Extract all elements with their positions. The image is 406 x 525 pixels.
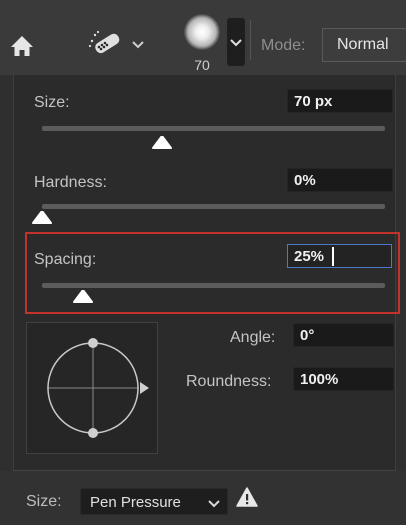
hardness-label: Hardness:	[34, 174, 107, 191]
tool-chevron-down-icon[interactable]	[131, 40, 145, 50]
size-control-select[interactable]: Pen Pressure	[80, 488, 228, 515]
roundness-handle-top[interactable]	[88, 338, 98, 348]
brush-preview-icon[interactable]	[184, 14, 220, 50]
roundness-field[interactable]: 100%	[293, 367, 394, 391]
angle-field[interactable]: 0°	[293, 323, 394, 347]
toolbar-separator	[250, 20, 251, 60]
angle-label: Angle:	[230, 329, 276, 346]
angle-roundness-preview[interactable]	[26, 322, 158, 454]
size-control-chevron-down-icon	[208, 499, 222, 509]
spacing-field[interactable]: 25%	[287, 244, 392, 268]
brush-tool-icon[interactable]	[86, 28, 126, 60]
size-control-value: Pen Pressure	[90, 494, 181, 511]
mode-select[interactable]: Normal	[322, 28, 406, 62]
home-icon[interactable]	[10, 34, 34, 58]
options-bar: 70 Mode: Normal	[0, 0, 406, 75]
hardness-slider-track[interactable]	[42, 204, 385, 209]
spacing-label: Spacing:	[34, 251, 97, 268]
text-caret	[332, 247, 334, 266]
roundness-label: Roundness:	[186, 373, 272, 390]
brush-size-number: 70	[194, 57, 210, 73]
spacing-slider-track[interactable]	[42, 283, 385, 288]
size-field[interactable]: 70 px	[287, 89, 393, 113]
angle-arrow-icon[interactable]	[140, 382, 149, 394]
warning-icon[interactable]	[236, 487, 258, 507]
size-label: Size:	[34, 94, 70, 111]
size-control-label: Size:	[26, 493, 62, 510]
size-slider-track[interactable]	[42, 126, 385, 131]
mode-label: Mode:	[261, 37, 306, 54]
roundness-handle-bottom[interactable]	[88, 428, 98, 438]
brush-picker-dropdown[interactable]	[227, 18, 245, 66]
hardness-field[interactable]: 0%	[287, 168, 393, 192]
brush-picker-chevron-down-icon	[230, 39, 242, 47]
